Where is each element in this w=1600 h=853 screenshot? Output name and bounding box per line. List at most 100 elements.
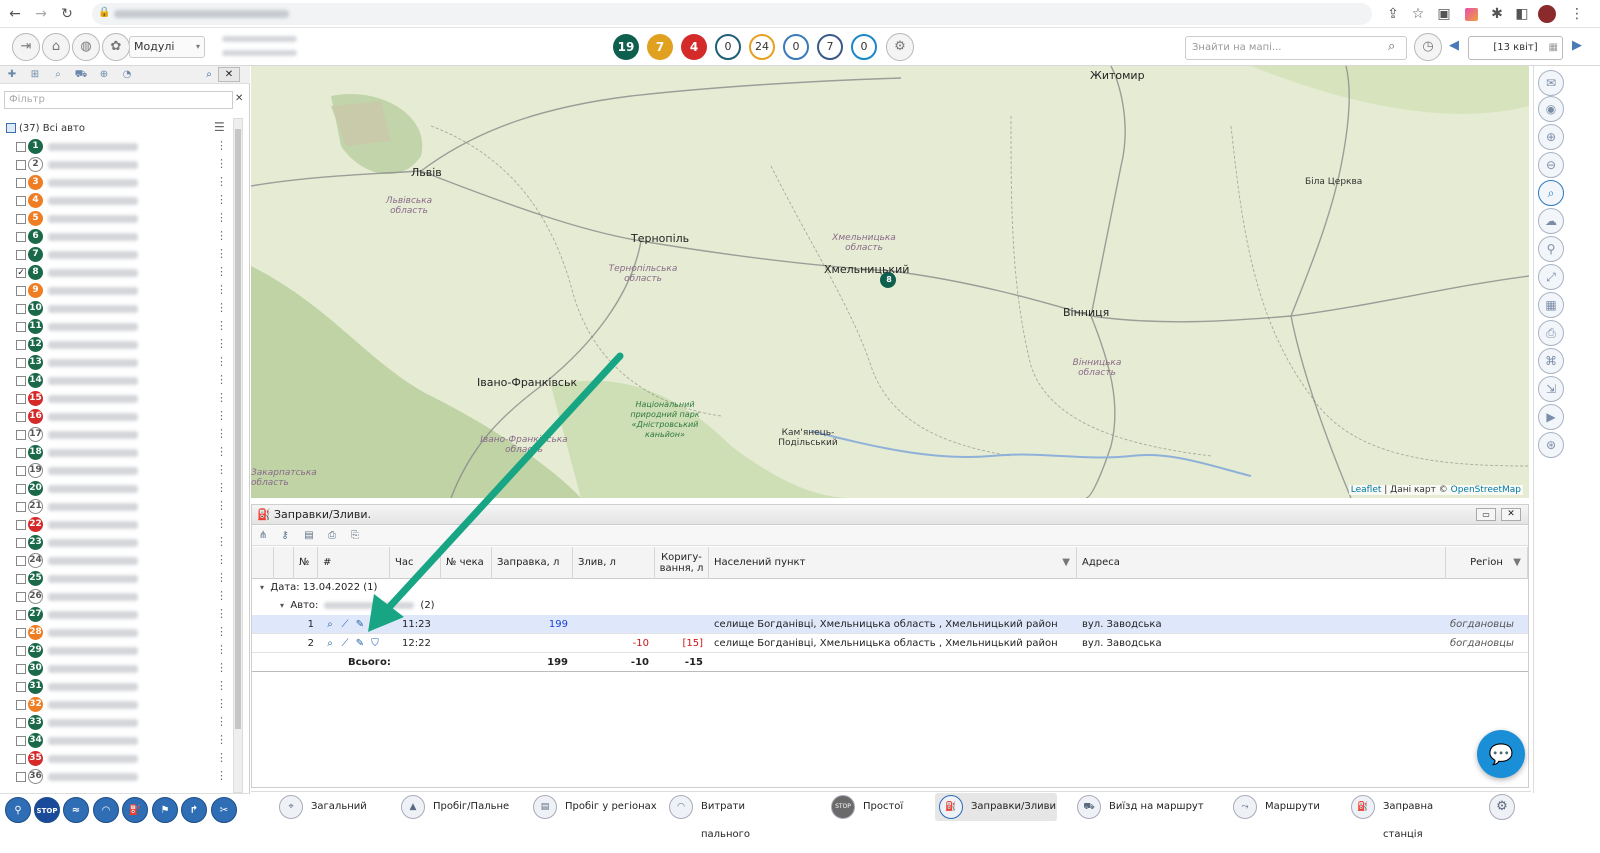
col-check-number[interactable]: № чека (441, 547, 492, 579)
maximize-icon[interactable]: ▭ (1476, 508, 1496, 521)
vehicle-list-item[interactable]: 22 ⋮ (16, 516, 234, 534)
vehicle-menu-icon[interactable]: ⋮ (216, 679, 227, 692)
counter-warning[interactable]: 7 (647, 34, 673, 60)
vehicle-menu-icon[interactable]: ⋮ (216, 247, 227, 260)
vehicle-list-item[interactable]: 15 ⋮ (16, 390, 234, 408)
history-clock-icon[interactable]: ◷ (1414, 33, 1442, 61)
zoom-to-icon[interactable]: ⌕ (324, 619, 336, 631)
tab-fuel-consumption[interactable]: ◠ Витрати пального (665, 793, 790, 840)
vehicle-checkbox[interactable] (16, 538, 26, 548)
vehicle-checkbox[interactable] (16, 250, 26, 260)
list-menu-icon[interactable]: ☰ (214, 120, 225, 134)
filter-icon[interactable]: ▼ (1062, 547, 1070, 579)
vehicle-list-item[interactable]: 27 ⋮ (16, 606, 234, 624)
vehicle-checkbox[interactable] (16, 682, 26, 692)
video-icon[interactable]: ▶ (1538, 404, 1564, 430)
vehicle-checkbox[interactable] (16, 574, 26, 584)
vehicle-menu-icon[interactable]: ⋮ (216, 337, 227, 350)
vehicle-menu-icon[interactable]: ⋮ (216, 373, 227, 386)
prev-date-icon[interactable]: ◀ (1449, 38, 1459, 53)
col-region[interactable]: Регіон ▼ (1446, 547, 1528, 579)
vehicle-checkbox[interactable] (16, 664, 26, 674)
vehicle-list-item[interactable]: 23 ⋮ (16, 534, 234, 552)
grid-icon[interactable]: ▦ (1538, 292, 1564, 318)
globe-icon[interactable]: ◍ (72, 33, 100, 61)
vehicle-checkbox[interactable] (16, 646, 26, 656)
collapse-auto-icon[interactable]: ▾ (280, 601, 284, 610)
mail-icon[interactable]: ✉ (1538, 70, 1564, 96)
vehicle-list-item[interactable]: 26 ⋮ (16, 588, 234, 606)
vehicle-list-item[interactable]: 25 ⋮ (16, 570, 234, 588)
vehicle-list-item[interactable]: 10 ⋮ (16, 300, 234, 318)
vehicle-menu-icon[interactable]: ⋮ (216, 481, 227, 494)
vehicle-list-item[interactable]: 31 ⋮ (16, 678, 234, 696)
col-hash[interactable]: # (318, 547, 390, 579)
group-auto-row[interactable]: ▾ Авто: (2) (280, 596, 435, 616)
vehicle-list-item[interactable]: 11 ⋮ (16, 318, 234, 336)
vehicle-menu-icon[interactable]: ⋮ (216, 319, 227, 332)
clear-filter-icon[interactable]: ✕ (235, 93, 243, 104)
leaflet-link[interactable]: Leaflet (1351, 485, 1382, 495)
tab-route-departure[interactable]: ⛟ Виїзд на маршрут (1073, 793, 1213, 821)
modules-gear-icon[interactable]: ✿ (102, 33, 130, 61)
export-excel-icon[interactable]: ▤ (301, 528, 317, 544)
vehicle-checkbox[interactable] (16, 700, 26, 710)
col-address[interactable]: Адреса (1077, 547, 1446, 579)
next-date-icon[interactable]: ▶ (1572, 38, 1582, 53)
zoom-icon[interactable]: ⊕ (96, 67, 112, 83)
edit-icon[interactable]: ✎ (354, 638, 366, 650)
vehicle-menu-icon[interactable]: ⋮ (216, 301, 227, 314)
direction-icon[interactable]: ↱ (181, 797, 207, 823)
vehicle-checkbox[interactable] (16, 322, 26, 332)
vehicle-list-item[interactable]: 21 ⋮ (16, 498, 234, 516)
chart-icon[interactable]: ⟋ (339, 638, 351, 650)
vehicle-checkbox[interactable] (16, 520, 26, 530)
vehicle-list-item[interactable]: 30 ⋮ (16, 660, 234, 678)
share-icon[interactable]: ⇪ (1382, 4, 1404, 24)
counter-online[interactable]: 19 (613, 34, 639, 60)
vehicle-menu-icon[interactable]: ⋮ (216, 265, 227, 278)
preview-icon[interactable]: ⎘ (347, 528, 363, 544)
vehicle-list-item[interactable]: 6 ⋮ (16, 228, 234, 246)
vehicle-list-item[interactable]: 33 ⋮ (16, 714, 234, 732)
vehicle-menu-icon[interactable]: ⋮ (216, 607, 227, 620)
measure-icon[interactable]: ⤢ (1538, 264, 1564, 290)
puzzle-icon[interactable]: ✱ (1486, 4, 1508, 24)
col-time[interactable]: Час (390, 547, 441, 579)
vehicle-checkbox[interactable] (16, 286, 26, 296)
vehicle-menu-icon[interactable]: ⋮ (216, 751, 227, 764)
vehicle-menu-icon[interactable]: ⋮ (216, 283, 227, 296)
vehicle-checkbox[interactable] (16, 466, 26, 476)
zoom-in-icon[interactable]: ⊕ (1538, 124, 1564, 150)
forward-icon[interactable]: → (30, 4, 52, 24)
vehicle-list-item[interactable]: 13 ⋮ (16, 354, 234, 372)
search-toggle-icon[interactable]: ⌕ (201, 67, 217, 83)
vehicle-list-item[interactable]: 20 ⋮ (16, 480, 234, 498)
chart-icon[interactable]: ⟋ (339, 619, 351, 631)
vehicle-menu-icon[interactable]: ⋮ (216, 553, 227, 566)
filter-input[interactable]: Фільтр (4, 91, 233, 109)
vehicle-checkbox[interactable] (16, 430, 26, 440)
tab-idle[interactable]: STOP Простої (827, 793, 907, 821)
vehicle-list-item[interactable]: 36 ⋮ (16, 768, 234, 786)
vehicle-menu-icon[interactable]: ⋮ (216, 661, 227, 674)
vehicle-list-item[interactable]: 28 ⋮ (16, 624, 234, 642)
vehicle-checkbox[interactable] (16, 394, 26, 404)
geofence-icon[interactable]: ⊛ (1538, 432, 1564, 458)
vehicle-menu-icon[interactable]: ⋮ (216, 391, 227, 404)
date-picker[interactable]: [13 квіт] ▦ (1468, 36, 1563, 60)
tree-icon[interactable]: ⌘ (1538, 348, 1564, 374)
timer-icon[interactable]: ◔ (119, 67, 135, 83)
vehicle-list-item[interactable]: 9 ⋮ (16, 282, 234, 300)
menu-kebab-icon[interactable]: ⋮ (1566, 4, 1588, 24)
vehicle-checkbox[interactable] (16, 448, 26, 458)
vehicle-checkbox[interactable] (16, 718, 26, 728)
counter-fuel[interactable]: 0 (851, 34, 877, 60)
vehicle-list-item[interactable]: 35 ⋮ (16, 750, 234, 768)
vehicle-list-item[interactable]: 4 ⋮ (16, 192, 234, 210)
counter-moving[interactable]: 0 (715, 34, 741, 60)
location-icon[interactable]: ⚲ (1538, 236, 1564, 262)
vehicle-menu-icon[interactable]: ⋮ (216, 535, 227, 548)
vehicle-checkbox[interactable] (16, 628, 26, 638)
screenshot-icon[interactable]: ▣ (1433, 4, 1455, 24)
